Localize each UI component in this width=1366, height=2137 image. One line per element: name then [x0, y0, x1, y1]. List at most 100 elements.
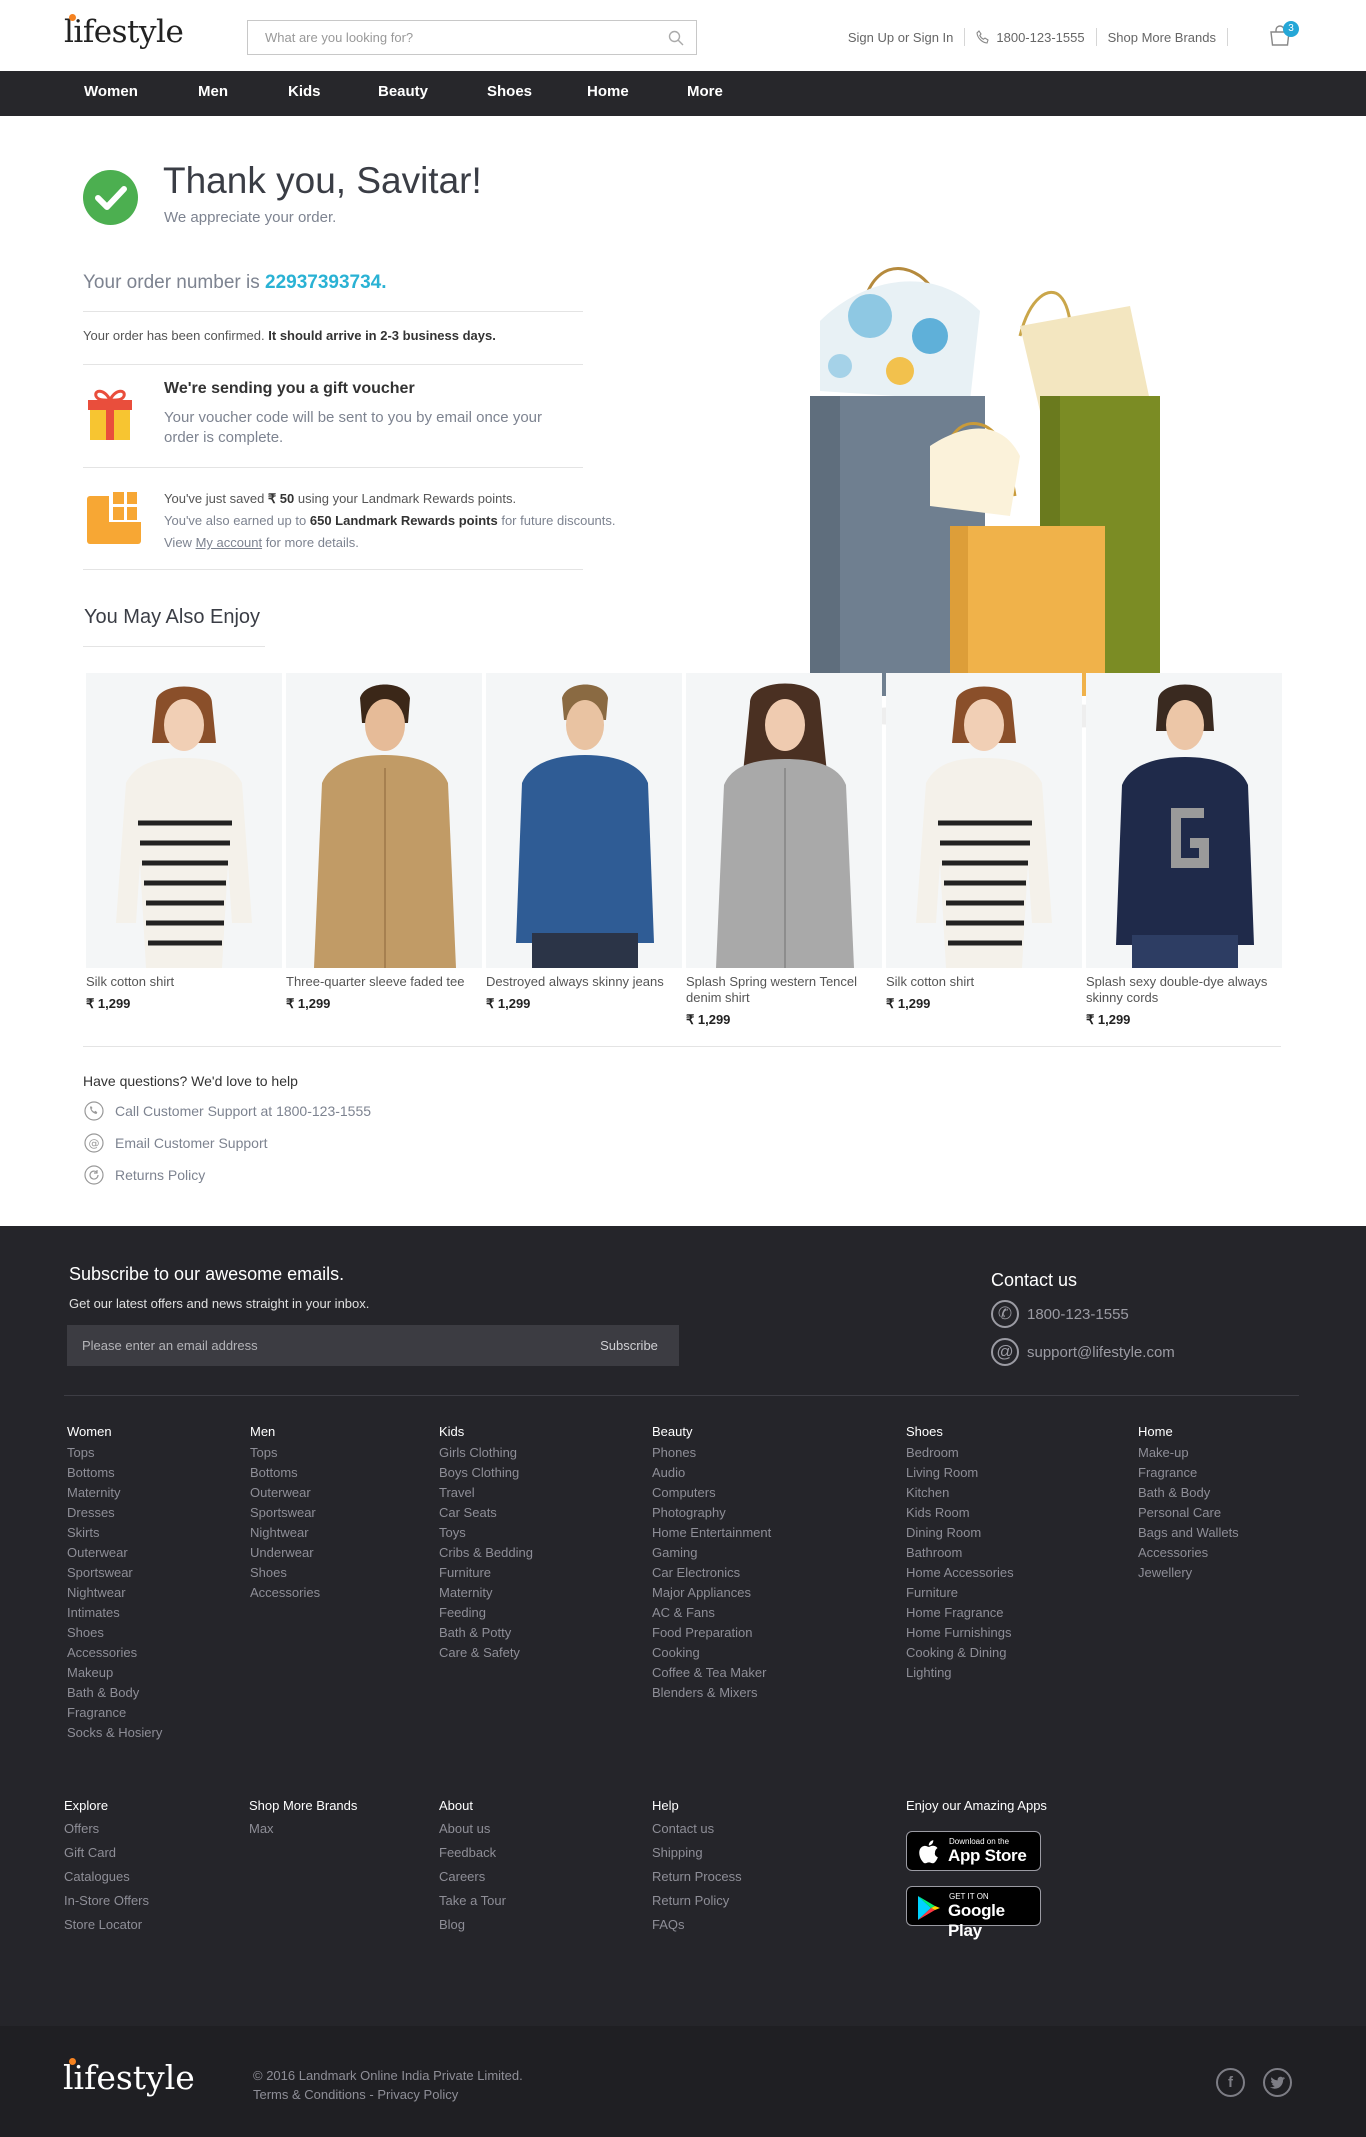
phone-number[interactable]: 1800-123-1555 — [996, 30, 1084, 45]
terms-link[interactable]: Terms & Conditions — [253, 2087, 366, 2102]
footer-link[interactable]: Socks & Hosiery — [67, 1723, 162, 1743]
footer-link[interactable]: Accessories — [250, 1583, 320, 1603]
footer-link[interactable]: Take a Tour — [439, 1889, 506, 1913]
nav-home[interactable]: Home — [587, 83, 629, 100]
signin-link[interactable]: Sign Up or Sign In — [848, 30, 954, 45]
search-input[interactable] — [248, 21, 648, 54]
footer-link[interactable]: Boys Clothing — [439, 1463, 533, 1483]
product-info[interactable]: Three-quarter sleeve faded tee ₹ 1,299 — [286, 974, 482, 1012]
footer-link[interactable]: Return Policy — [652, 1889, 742, 1913]
footer-link[interactable]: Gift Card — [64, 1841, 149, 1865]
footer-link[interactable]: Feeding — [439, 1603, 533, 1623]
footer-link[interactable]: Bedroom — [906, 1443, 1014, 1463]
footer-link[interactable]: Cooking — [652, 1643, 771, 1663]
nav-kids[interactable]: Kids — [288, 83, 321, 100]
footer-link[interactable]: Shoes — [67, 1623, 162, 1643]
footer-link[interactable]: Furniture — [439, 1563, 533, 1583]
nav-more[interactable]: More — [687, 83, 723, 100]
app-store-badge[interactable]: Download on the App Store — [906, 1831, 1041, 1871]
subscribe-button[interactable]: Subscribe — [579, 1325, 679, 1366]
footer-link[interactable]: Bath & Potty — [439, 1623, 533, 1643]
lifestyle-logo-footer[interactable]: lifestyle — [63, 2058, 195, 2097]
footer-link[interactable]: Maternity — [439, 1583, 533, 1603]
footer-link[interactable]: Cribs & Bedding — [439, 1543, 533, 1563]
product-info[interactable]: Destroyed always skinny jeans ₹ 1,299 — [486, 974, 682, 1012]
footer-link[interactable]: Major Appliances — [652, 1583, 771, 1603]
footer-link[interactable]: Nightwear — [67, 1583, 162, 1603]
product-card[interactable] — [886, 673, 1082, 968]
search-icon[interactable] — [668, 30, 684, 46]
product-card[interactable] — [1086, 673, 1282, 968]
footer-link[interactable]: Accessories — [1138, 1543, 1239, 1563]
footer-link[interactable]: Maternity — [67, 1483, 162, 1503]
footer-link[interactable]: Gaming — [652, 1543, 771, 1563]
product-info[interactable]: Silk cotton shirt ₹ 1,299 — [86, 974, 282, 1012]
product-info[interactable]: Splash sexy double-dye always skinny cor… — [1086, 974, 1280, 1028]
contact-email[interactable]: @ support@lifestyle.com — [991, 1338, 1175, 1366]
footer-link[interactable]: Living Room — [906, 1463, 1014, 1483]
footer-link[interactable]: Home Furnishings — [906, 1623, 1014, 1643]
twitter-icon[interactable] — [1263, 2068, 1292, 2097]
footer-link[interactable]: Outerwear — [250, 1483, 320, 1503]
footer-link[interactable]: Phones — [652, 1443, 771, 1463]
footer-link[interactable]: Return Process — [652, 1865, 742, 1889]
footer-link[interactable]: Careers — [439, 1865, 506, 1889]
footer-link[interactable]: Make-up — [1138, 1443, 1239, 1463]
footer-link[interactable]: Jewellery — [1138, 1563, 1239, 1583]
footer-link[interactable]: Skirts — [67, 1523, 162, 1543]
footer-link[interactable]: Bathroom — [906, 1543, 1014, 1563]
footer-link[interactable]: Bath & Body — [67, 1683, 162, 1703]
footer-link[interactable]: Cooking & Dining — [906, 1643, 1014, 1663]
footer-link[interactable]: Contact us — [652, 1817, 742, 1841]
product-info[interactable]: Silk cotton shirt ₹ 1,299 — [886, 974, 1082, 1012]
footer-link[interactable]: Tops — [67, 1443, 162, 1463]
cart-button[interactable]: 3 — [1268, 21, 1299, 53]
footer-link[interactable]: Lighting — [906, 1663, 1014, 1683]
footer-link[interactable]: About us — [439, 1817, 506, 1841]
product-card[interactable] — [486, 673, 682, 968]
footer-link[interactable]: Catalogues — [64, 1865, 149, 1889]
footer-link[interactable]: Bottoms — [67, 1463, 162, 1483]
nav-women[interactable]: Women — [84, 83, 138, 100]
call-support-link[interactable]: Call Customer Support at 1800-123-1555 — [84, 1101, 371, 1121]
footer-link[interactable]: Blenders & Mixers — [652, 1683, 771, 1703]
footer-link[interactable]: Photography — [652, 1503, 771, 1523]
footer-link[interactable]: Blog — [439, 1913, 506, 1937]
product-card[interactable] — [86, 673, 282, 968]
contact-phone[interactable]: ✆ 1800-123-1555 — [991, 1300, 1129, 1328]
footer-link[interactable]: Accessories — [67, 1643, 162, 1663]
footer-link[interactable]: Bottoms — [250, 1463, 320, 1483]
footer-link[interactable]: Travel — [439, 1483, 533, 1503]
footer-link[interactable]: Store Locator — [64, 1913, 149, 1937]
footer-link[interactable]: Feedback — [439, 1841, 506, 1865]
footer-link[interactable]: Bath & Body — [1138, 1483, 1239, 1503]
footer-link[interactable]: Car Seats — [439, 1503, 533, 1523]
footer-link[interactable]: Toys — [439, 1523, 533, 1543]
footer-link[interactable]: FAQs — [652, 1913, 742, 1937]
nav-beauty[interactable]: Beauty — [378, 83, 428, 100]
lifestyle-logo[interactable]: lifestyle — [64, 14, 184, 50]
footer-link[interactable]: Shipping — [652, 1841, 742, 1865]
footer-link[interactable]: Home Fragrance — [906, 1603, 1014, 1623]
product-info[interactable]: Splash Spring western Tencel denim shirt… — [686, 974, 876, 1028]
product-card[interactable] — [686, 673, 882, 968]
nav-shoes[interactable]: Shoes — [487, 83, 532, 100]
footer-link[interactable]: Audio — [652, 1463, 771, 1483]
footer-link[interactable]: Coffee & Tea Maker — [652, 1663, 771, 1683]
footer-link[interactable]: Car Electronics — [652, 1563, 771, 1583]
footer-link[interactable]: Outerwear — [67, 1543, 162, 1563]
footer-link[interactable]: Kitchen — [906, 1483, 1014, 1503]
footer-link[interactable]: Sportswear — [67, 1563, 162, 1583]
footer-link[interactable]: Nightwear — [250, 1523, 320, 1543]
returns-policy-link[interactable]: Returns Policy — [84, 1165, 205, 1185]
footer-link[interactable]: Dresses — [67, 1503, 162, 1523]
nav-men[interactable]: Men — [198, 83, 228, 100]
footer-link[interactable]: Fragrance — [1138, 1463, 1239, 1483]
footer-link[interactable]: Computers — [652, 1483, 771, 1503]
footer-link[interactable]: Shoes — [250, 1563, 320, 1583]
footer-link[interactable]: Home Entertainment — [652, 1523, 771, 1543]
google-play-badge[interactable]: GET IT ON Google Play — [906, 1886, 1041, 1940]
footer-link[interactable]: Fragrance — [67, 1703, 162, 1723]
footer-link[interactable]: Tops — [250, 1443, 320, 1463]
footer-link[interactable]: Sportswear — [250, 1503, 320, 1523]
